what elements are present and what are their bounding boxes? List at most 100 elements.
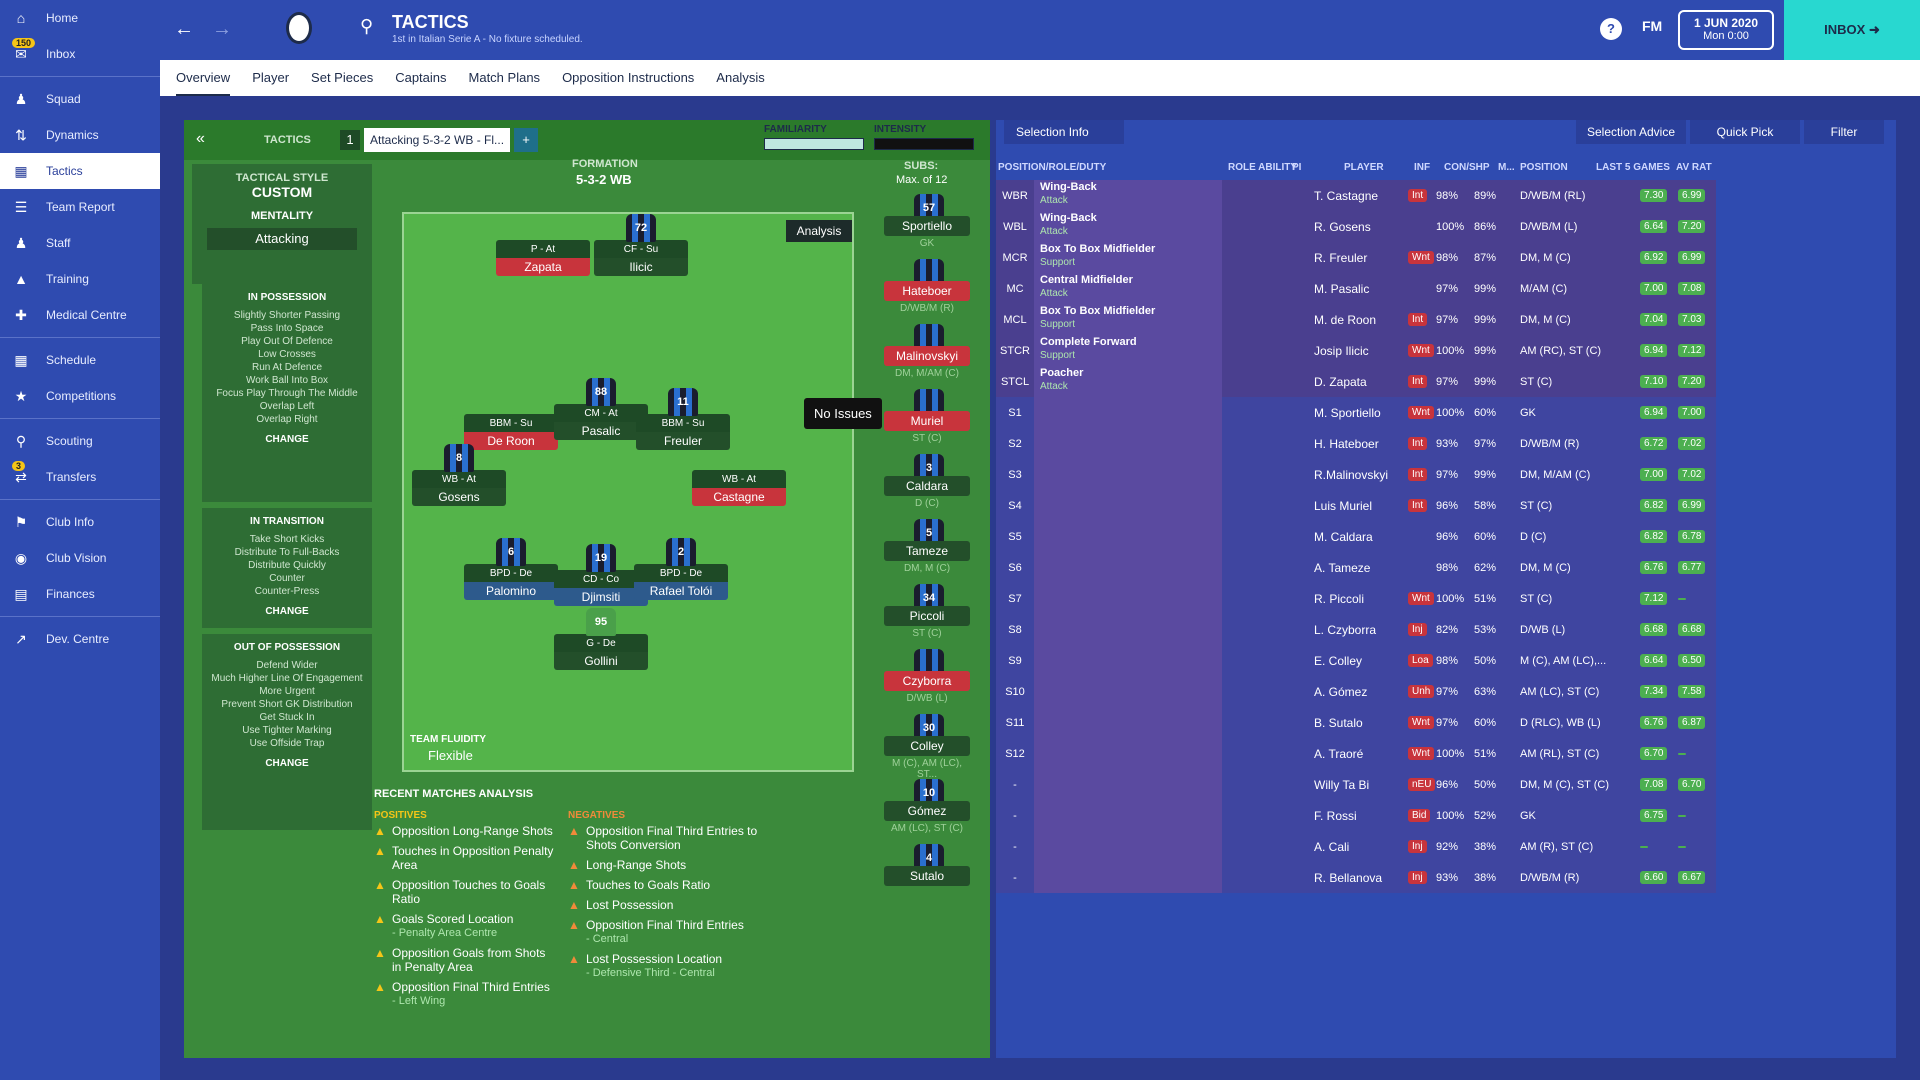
forward-icon[interactable]: → <box>212 18 232 41</box>
sub-player-card[interactable]: Gómez <box>884 801 970 821</box>
sidebar-item-dev-centre[interactable]: ↗ Dev. Centre <box>0 621 160 657</box>
table-row[interactable]: - R. Bellanova Inj 93% 38% D/WB/M (R) 6.… <box>996 862 1716 893</box>
table-row[interactable]: STCL Poacher Attack D. Zapata Int 97% 99… <box>996 366 1716 397</box>
tab-player[interactable]: Player <box>252 60 289 96</box>
table-row[interactable]: WBR Wing-Back Attack T. Castagne Int 98%… <box>996 180 1716 211</box>
row-role[interactable] <box>1034 800 1222 831</box>
header-player[interactable]: PLAYER <box>1344 162 1384 173</box>
pitch-player-card[interactable]: CM - At Pasalic <box>554 404 648 440</box>
tab-opposition-instructions[interactable]: Opposition Instructions <box>562 60 694 96</box>
sub-player-card[interactable]: Hateboer <box>884 281 970 301</box>
table-row[interactable]: S7 R. Piccoli Wnt 100% 51% ST (C) 7.12 <box>996 583 1716 614</box>
table-row[interactable]: - A. Cali Inj 92% 38% AM (R), ST (C) <box>996 831 1716 862</box>
sub-player-card[interactable]: Sportiello <box>884 216 970 236</box>
row-role[interactable] <box>1034 707 1222 738</box>
table-row[interactable]: MCR Box To Box Midfielder Support R. Fre… <box>996 242 1716 273</box>
back-icon[interactable]: ← <box>174 18 194 41</box>
player-name[interactable]: R. Piccoli <box>1314 592 1364 606</box>
row-role[interactable] <box>1034 614 1222 645</box>
tactical-style-value[interactable]: CUSTOM <box>192 184 372 200</box>
sidebar-item-competitions[interactable]: ★ Competitions <box>0 378 160 414</box>
table-row[interactable]: S10 A. Gómez Unh 97% 63% AM (LC), ST (C)… <box>996 676 1716 707</box>
row-role[interactable]: Central Midfielder Attack <box>1034 273 1222 304</box>
sidebar-item-club-vision[interactable]: ◉ Club Vision <box>0 540 160 576</box>
player-name[interactable]: A. Gómez <box>1314 685 1367 699</box>
tab-captains[interactable]: Captains <box>395 60 446 96</box>
row-role[interactable] <box>1034 676 1222 707</box>
row-role[interactable] <box>1034 645 1222 676</box>
player-name[interactable]: E. Colley <box>1314 654 1362 668</box>
pitch-player-card[interactable]: BPD - De Rafael Tolói <box>634 564 728 600</box>
row-role[interactable]: Box To Box Midfielder Support <box>1034 242 1222 273</box>
row-role[interactable] <box>1034 862 1222 893</box>
row-role[interactable] <box>1034 397 1222 428</box>
pitch-player-card[interactable]: WB - At Gosens <box>412 470 506 506</box>
row-role[interactable] <box>1034 428 1222 459</box>
tab-match-plans[interactable]: Match Plans <box>469 60 541 96</box>
header-last5[interactable]: LAST 5 GAMES <box>1596 162 1670 173</box>
sub-player-card[interactable]: Sutalo <box>884 866 970 886</box>
pitch-player-card[interactable]: P - At Zapata <box>496 240 590 276</box>
tab-analysis[interactable]: Analysis <box>716 60 764 96</box>
pitch-player-card[interactable]: CF - Su Ilicic <box>594 240 688 276</box>
header-avrat[interactable]: AV RAT <box>1676 162 1712 173</box>
sub-player-card[interactable]: Czyborra <box>884 671 970 691</box>
player-name[interactable]: A. Traoré <box>1314 747 1363 761</box>
pitch-player-card[interactable]: WB - At Castagne <box>692 470 786 506</box>
player-name[interactable]: M. de Roon <box>1314 313 1376 327</box>
out_possession-change-button[interactable]: CHANGE <box>202 758 372 769</box>
help-icon[interactable]: ? <box>1600 18 1622 40</box>
sidebar-item-squad[interactable]: ♟ Squad <box>0 81 160 117</box>
table-row[interactable]: - F. Rossi Bid 100% 52% GK 6.75 <box>996 800 1716 831</box>
pitch-player-card[interactable]: BBM - Su De Roon <box>464 414 558 450</box>
sidebar-item-finances[interactable]: ▤ Finances <box>0 576 160 612</box>
player-name[interactable]: Josip Ilicic <box>1314 344 1369 358</box>
formation-select[interactable]: 5-3-2 WB <box>576 172 632 187</box>
table-row[interactable]: - Willy Ta Bi nEU 96% 50% DM, M (C), ST … <box>996 769 1716 800</box>
table-row[interactable]: S4 Luis Muriel Int 96% 58% ST (C) 6.82 6… <box>996 490 1716 521</box>
table-row[interactable]: S5 M. Caldara 96% 60% D (C) 6.82 6.78 <box>996 521 1716 552</box>
sidebar-item-staff[interactable]: ♟ Staff <box>0 225 160 261</box>
sidebar-item-team-report[interactable]: ☰ Team Report <box>0 189 160 225</box>
sidebar-item-scouting[interactable]: ⚲ Scouting <box>0 423 160 459</box>
in_possession-change-button[interactable]: CHANGE <box>202 434 372 445</box>
sidebar-item-home[interactable]: ⌂ Home <box>0 0 160 36</box>
sidebar-item-tactics[interactable]: ▦ Tactics <box>0 153 160 189</box>
club-logo-icon[interactable] <box>286 12 312 44</box>
row-role[interactable] <box>1034 521 1222 552</box>
selection-info-button[interactable]: Selection Info <box>1004 120 1124 144</box>
add-tactic-button[interactable]: + <box>514 128 538 152</box>
header-ability[interactable]: ROLE ABILITY <box>1228 162 1297 173</box>
player-name[interactable]: D. Zapata <box>1314 375 1367 389</box>
row-role[interactable] <box>1034 583 1222 614</box>
row-role[interactable]: Box To Box Midfielder Support <box>1034 304 1222 335</box>
table-row[interactable]: S3 R.Malinovskyi Int 97% 99% DM, M/AM (C… <box>996 459 1716 490</box>
player-name[interactable]: R. Gosens <box>1314 220 1371 234</box>
quick-pick-button[interactable]: Quick Pick <box>1690 120 1800 144</box>
mentality-select[interactable]: Attacking <box>207 228 357 250</box>
header-conshp[interactable]: CON/SHP <box>1444 162 1490 173</box>
player-name[interactable]: T. Castagne <box>1314 189 1378 203</box>
row-role[interactable]: Wing-Back Attack <box>1034 211 1222 242</box>
row-role[interactable] <box>1034 459 1222 490</box>
table-row[interactable]: S6 A. Tameze 98% 62% DM, M (C) 6.76 6.77 <box>996 552 1716 583</box>
fm-menu-button[interactable]: FM <box>1642 18 1662 34</box>
player-name[interactable]: A. Tameze <box>1314 561 1370 575</box>
tactic-name-select[interactable]: Attacking 5-3-2 WB - Fl... <box>364 128 510 152</box>
analysis-button[interactable]: Analysis <box>786 220 852 242</box>
player-name[interactable]: R.Malinovskyi <box>1314 468 1388 482</box>
table-row[interactable]: S2 H. Hateboer Int 93% 97% D/WB/M (R) 6.… <box>996 428 1716 459</box>
search-icon[interactable]: ⚲ <box>360 16 373 37</box>
player-name[interactable]: R. Bellanova <box>1314 871 1382 885</box>
sub-player-card[interactable]: Muriel <box>884 411 970 431</box>
tactic-slot[interactable]: 1 <box>340 130 360 150</box>
table-row[interactable]: STCR Complete Forward Support Josip Ilic… <box>996 335 1716 366</box>
sidebar-item-schedule[interactable]: ▦ Schedule <box>0 342 160 378</box>
pitch-player-card[interactable]: BBM - Su Freuler <box>636 414 730 450</box>
player-name[interactable]: R. Freuler <box>1314 251 1367 265</box>
collapse-icon[interactable]: « <box>196 130 205 148</box>
player-name[interactable]: Luis Muriel <box>1314 499 1372 513</box>
player-name[interactable]: M. Pasalic <box>1314 282 1369 296</box>
sidebar-item-club-info[interactable]: ⚑ Club Info <box>0 504 160 540</box>
player-name[interactable]: L. Czyborra <box>1314 623 1376 637</box>
